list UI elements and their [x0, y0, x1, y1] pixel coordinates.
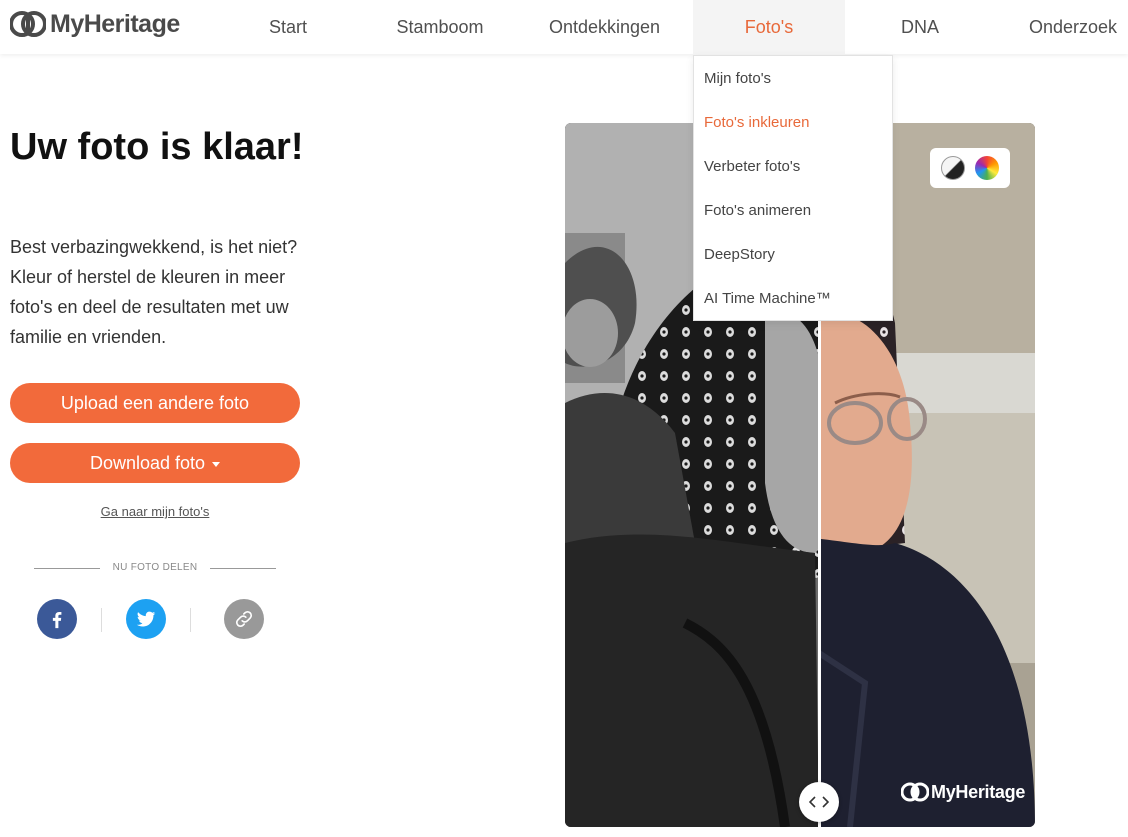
copy-link-button[interactable] — [224, 599, 264, 639]
watermark-text: MyHeritage — [931, 781, 1026, 802]
share-separator — [190, 608, 191, 632]
upload-button-label: Upload een andere foto — [60, 392, 250, 413]
share-twitter-button[interactable] — [126, 599, 166, 639]
page-description: Best verbazingwekkend, is het niet? Kleu… — [10, 237, 298, 347]
download-photo-button[interactable]: Download foto — [10, 443, 300, 483]
page-title: Uw foto is klaar! — [10, 126, 304, 168]
nav-stamboom[interactable]: Stamboom — [385, 0, 495, 54]
menu-item-mijn-fotos[interactable]: Mijn foto's — [704, 70, 771, 87]
fotos-dropdown-menu: Mijn foto's Foto's inkleuren Verbeter fo… — [693, 55, 893, 321]
share-facebook-button[interactable] — [37, 599, 77, 639]
menu-item-fotos-inkleuren[interactable]: Foto's inkleuren — [704, 114, 809, 131]
twitter-icon — [136, 611, 156, 627]
facebook-icon — [52, 611, 62, 629]
link-icon — [235, 610, 253, 628]
download-button-label: Download foto — [89, 452, 206, 473]
top-navigation: MyHeritage Start Stamboom Ontdekkingen F… — [0, 0, 1128, 54]
brand-logo[interactable]: MyHeritage — [10, 9, 180, 39]
menu-item-fotos-animeren[interactable]: Foto's animeren — [704, 202, 811, 219]
upload-another-photo-button[interactable]: Upload een andere foto — [10, 383, 300, 423]
menu-item-ai-time-machine[interactable]: AI Time Machine™ — [704, 290, 831, 307]
brand-name: MyHeritage — [50, 9, 180, 38]
myheritage-watermark-icon — [901, 782, 929, 802]
black-white-mode-icon[interactable] — [941, 156, 965, 180]
photo-watermark: MyHeritage — [901, 781, 1025, 803]
caret-down-icon — [212, 461, 221, 467]
comparison-slider-handle[interactable] — [799, 782, 839, 822]
nav-fotos[interactable]: Foto's — [693, 0, 845, 54]
nav-ontdekkingen[interactable]: Ontdekkingen — [537, 0, 672, 54]
color-mode-icon[interactable] — [975, 156, 999, 180]
share-divider-right — [210, 568, 276, 569]
myheritage-logo-icon — [10, 11, 46, 37]
color-mode-toggle — [930, 148, 1010, 188]
nav-dna[interactable]: DNA — [880, 0, 960, 54]
go-to-my-photos-link[interactable]: Ga naar mijn foto's — [10, 504, 300, 519]
nav-onderzoek[interactable]: Onderzoek — [1018, 0, 1128, 54]
chevrons-left-right-icon — [809, 796, 829, 808]
menu-item-verbeter-fotos[interactable]: Verbeter foto's — [704, 158, 800, 175]
nav-start[interactable]: Start — [238, 0, 338, 54]
share-separator — [101, 608, 102, 632]
menu-item-deepstory[interactable]: DeepStory — [704, 246, 775, 263]
